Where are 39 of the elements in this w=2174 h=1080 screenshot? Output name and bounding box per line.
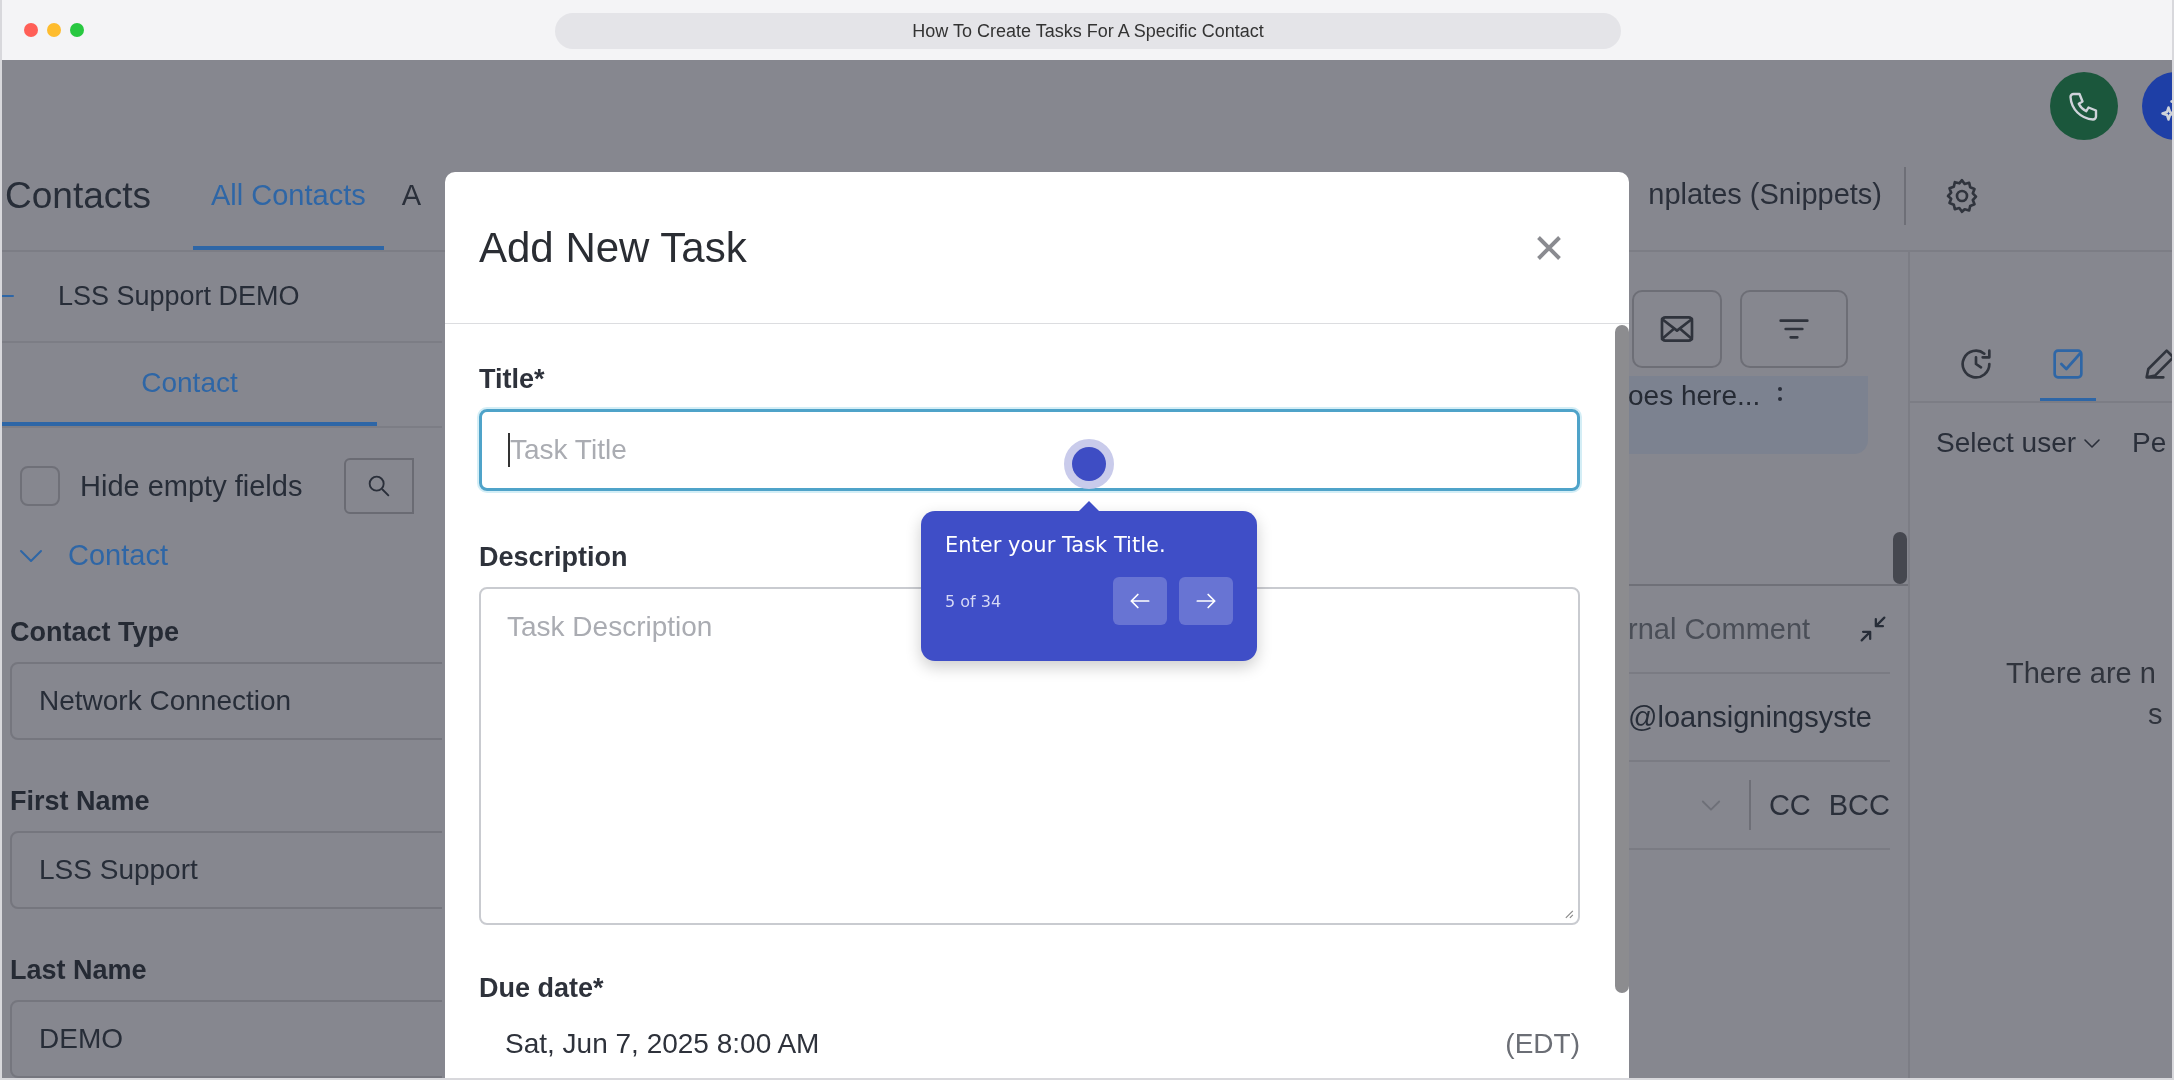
checkbox-label: Hide empty fields [80,469,303,503]
input-field[interactable]: DEMO [10,999,442,1078]
field-label: Description [479,542,628,573]
contact-name: LSS Support DEMO [58,280,300,312]
field-label: Contact Type [9,616,180,648]
dialog-title: Add New Task [479,223,747,272]
tab[interactable]: nplates (Snippets) [1648,177,1882,215]
field-label: First Name [9,785,151,817]
date-time-field[interactable]: Sat, Jun 7, 2025 8:00 AM [505,1028,820,1060]
input-field[interactable]: LSS Support [10,830,442,909]
window-control-dot[interactable] [24,23,38,37]
note-text: oes here... [1628,380,1761,412]
input-field[interactable]: Network Connection [10,661,442,740]
comment-label: rnal Comment [1628,612,1811,646]
field-label: Last Name [9,954,148,986]
filter-dropdown[interactable]: Pe [2132,427,2167,459]
page-title: Contacts [4,174,151,218]
scrollbar-thumb[interactable] [1893,532,1907,584]
scrollbar-thumb[interactable] [1615,325,1629,993]
search-button[interactable] [344,458,415,515]
cc-link[interactable]: CC [1768,788,1811,822]
previous-button[interactable] [1113,577,1167,625]
window-title: How To Create Tasks For A Specific Contact [555,13,1621,49]
field-label: Due date* [479,973,604,1004]
email-address: @loansigningsyste [1628,700,1872,734]
next-button[interactable] [1179,577,1233,625]
input-field[interactable]: Task Title [479,409,1580,491]
user-dropdown[interactable]: Select user [1936,427,2105,459]
window-control-dot[interactable] [47,23,61,37]
tooltip-text: Enter your Task Title. [945,533,1167,557]
window-control-dot[interactable] [70,23,84,37]
timezone-label: (EDT) [1505,1028,1580,1060]
empty-message: There are n [2005,657,2157,690]
bcc-link[interactable]: BCC [1828,788,1890,822]
empty-message: s [2147,698,2164,731]
email-button[interactable] [1632,290,1722,368]
field-label: Title* [479,364,545,395]
step-counter: 5 of 34 [945,591,1002,611]
tab[interactable]: A [383,148,440,250]
